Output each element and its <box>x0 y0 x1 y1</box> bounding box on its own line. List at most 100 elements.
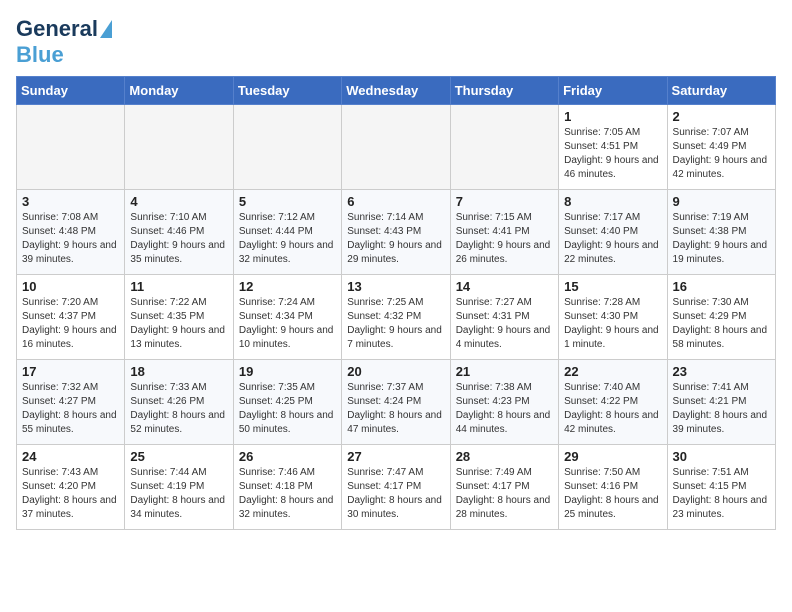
calendar-cell: 17Sunrise: 7:32 AM Sunset: 4:27 PM Dayli… <box>17 360 125 445</box>
calendar-cell <box>17 105 125 190</box>
day-info: Sunrise: 7:17 AM Sunset: 4:40 PM Dayligh… <box>564 211 661 267</box>
calendar-cell: 7 Sunrise: 7:15 AM Sunset: 4:41 PM Daylig… <box>450 190 558 275</box>
day-info: Sunrise: 7:19 AM Sunset: 4:38 PM Dayligh… <box>673 211 770 267</box>
day-info: Sunrise: 7:41 AM Sunset: 4:21 PM Dayligh… <box>673 381 770 437</box>
day-info: Sunrise: 7:47 AM Sunset: 4:17 PM Dayligh… <box>347 466 444 522</box>
weekday-header-wednesday: Wednesday <box>342 77 450 105</box>
day-number: 19 <box>239 364 336 379</box>
day-number: 27 <box>347 449 444 464</box>
calendar-cell: 3 Sunrise: 7:08 AM Sunset: 4:48 PM Daylig… <box>17 190 125 275</box>
day-number: 20 <box>347 364 444 379</box>
calendar-cell: 18 Sunrise: 7:33 AM Sunset: 4:26 PM Dayli… <box>125 360 233 445</box>
day-number: 16 <box>673 279 770 294</box>
calendar-cell: 5 Sunrise: 7:12 AM Sunset: 4:44 PM Daylig… <box>233 190 341 275</box>
day-number: 3 <box>22 194 119 209</box>
day-info: Sunrise: 7:08 AM Sunset: 4:48 PM Dayligh… <box>22 211 119 267</box>
day-number: 29 <box>564 449 661 464</box>
weekday-header-row: SundayMondayTuesdayWednesdayThursdayFrid… <box>17 77 776 105</box>
day-number: 30 <box>673 449 770 464</box>
day-number: 28 <box>456 449 553 464</box>
day-info: Sunrise: 7:07 AM Sunset: 4:49 PM Dayligh… <box>673 126 770 182</box>
day-info: Sunrise: 7:14 AM Sunset: 4:43 PM Dayligh… <box>347 211 444 267</box>
calendar-cell: 25Sunrise: 7:44 AM Sunset: 4:19 PM Dayli… <box>125 445 233 530</box>
day-info: Sunrise: 7:27 AM Sunset: 4:31 PM Dayligh… <box>456 296 553 352</box>
calendar-week-row: 1 Sunrise: 7:05 AM Sunset: 4:51 PM Daylig… <box>17 105 776 190</box>
day-info: Sunrise: 7:12 AM Sunset: 4:44 PM Dayligh… <box>239 211 336 267</box>
logo-triangle-icon <box>100 20 112 38</box>
day-info: Sunrise: 7:40 AM Sunset: 4:22 PM Dayligh… <box>564 381 661 437</box>
day-info: Sunrise: 7:33 AM Sunset: 4:26 PM Dayligh… <box>130 381 227 437</box>
calendar-week-row: 3 Sunrise: 7:08 AM Sunset: 4:48 PM Daylig… <box>17 190 776 275</box>
calendar-cell: 29 Sunrise: 7:50 AM Sunset: 4:16 PM Dayli… <box>559 445 667 530</box>
calendar-cell: 11 Sunrise: 7:22 AM Sunset: 4:35 PM Dayli… <box>125 275 233 360</box>
calendar-cell: 27 Sunrise: 7:47 AM Sunset: 4:17 PM Dayli… <box>342 445 450 530</box>
day-number: 5 <box>239 194 336 209</box>
day-info: Sunrise: 7:43 AM Sunset: 4:20 PM Dayligh… <box>22 466 119 522</box>
weekday-header-monday: Monday <box>125 77 233 105</box>
calendar-cell: 21 Sunrise: 7:38 AM Sunset: 4:23 PM Dayli… <box>450 360 558 445</box>
day-number: 9 <box>673 194 770 209</box>
day-info: Sunrise: 7:51 AM Sunset: 4:15 PM Dayligh… <box>673 466 770 522</box>
calendar-cell: 12 Sunrise: 7:24 AM Sunset: 4:34 PM Dayli… <box>233 275 341 360</box>
day-info: Sunrise: 7:10 AM Sunset: 4:46 PM Dayligh… <box>130 211 227 267</box>
day-number: 1 <box>564 109 661 124</box>
calendar-cell: 16 Sunrise: 7:30 AM Sunset: 4:29 PM Dayli… <box>667 275 775 360</box>
day-info: Sunrise: 7:22 AM Sunset: 4:35 PM Dayligh… <box>130 296 227 352</box>
day-number: 21 <box>456 364 553 379</box>
calendar-cell: 22 Sunrise: 7:40 AM Sunset: 4:22 PM Dayli… <box>559 360 667 445</box>
day-number: 8 <box>564 194 661 209</box>
calendar-table: SundayMondayTuesdayWednesdayThursdayFrid… <box>16 76 776 530</box>
day-number: 14 <box>456 279 553 294</box>
day-info: Sunrise: 7:15 AM Sunset: 4:41 PM Dayligh… <box>456 211 553 267</box>
weekday-header-tuesday: Tuesday <box>233 77 341 105</box>
weekday-header-thursday: Thursday <box>450 77 558 105</box>
day-number: 23 <box>673 364 770 379</box>
calendar-cell: 4 Sunrise: 7:10 AM Sunset: 4:46 PM Daylig… <box>125 190 233 275</box>
day-number: 12 <box>239 279 336 294</box>
calendar-week-row: 24Sunrise: 7:43 AM Sunset: 4:20 PM Dayli… <box>17 445 776 530</box>
day-number: 22 <box>564 364 661 379</box>
day-number: 2 <box>673 109 770 124</box>
day-info: Sunrise: 7:38 AM Sunset: 4:23 PM Dayligh… <box>456 381 553 437</box>
day-number: 13 <box>347 279 444 294</box>
day-info: Sunrise: 7:20 AM Sunset: 4:37 PM Dayligh… <box>22 296 119 352</box>
calendar-cell: 10 Sunrise: 7:20 AM Sunset: 4:37 PM Dayli… <box>17 275 125 360</box>
calendar-cell: 28Sunrise: 7:49 AM Sunset: 4:17 PM Dayli… <box>450 445 558 530</box>
day-number: 4 <box>130 194 227 209</box>
day-info: Sunrise: 7:37 AM Sunset: 4:24 PM Dayligh… <box>347 381 444 437</box>
calendar-week-row: 10 Sunrise: 7:20 AM Sunset: 4:37 PM Dayli… <box>17 275 776 360</box>
weekday-header-sunday: Sunday <box>17 77 125 105</box>
calendar-cell: 24Sunrise: 7:43 AM Sunset: 4:20 PM Dayli… <box>17 445 125 530</box>
calendar-cell: 13 Sunrise: 7:25 AM Sunset: 4:32 PM Dayli… <box>342 275 450 360</box>
day-info: Sunrise: 7:24 AM Sunset: 4:34 PM Dayligh… <box>239 296 336 352</box>
day-info: Sunrise: 7:30 AM Sunset: 4:29 PM Dayligh… <box>673 296 770 352</box>
day-number: 11 <box>130 279 227 294</box>
day-info: Sunrise: 7:50 AM Sunset: 4:16 PM Dayligh… <box>564 466 661 522</box>
calendar-cell: 20 Sunrise: 7:37 AM Sunset: 4:24 PM Dayli… <box>342 360 450 445</box>
logo-text-general: General <box>16 16 98 42</box>
day-info: Sunrise: 7:46 AM Sunset: 4:18 PM Dayligh… <box>239 466 336 522</box>
calendar-cell: 9 Sunrise: 7:19 AM Sunset: 4:38 PM Daylig… <box>667 190 775 275</box>
day-number: 18 <box>130 364 227 379</box>
calendar-week-row: 17Sunrise: 7:32 AM Sunset: 4:27 PM Dayli… <box>17 360 776 445</box>
day-number: 26 <box>239 449 336 464</box>
day-info: Sunrise: 7:32 AM Sunset: 4:27 PM Dayligh… <box>22 381 119 437</box>
day-number: 10 <box>22 279 119 294</box>
day-number: 15 <box>564 279 661 294</box>
day-info: Sunrise: 7:05 AM Sunset: 4:51 PM Dayligh… <box>564 126 661 182</box>
page-header: General Blue <box>16 16 776 68</box>
day-number: 7 <box>456 194 553 209</box>
calendar-cell: 8 Sunrise: 7:17 AM Sunset: 4:40 PM Daylig… <box>559 190 667 275</box>
weekday-header-saturday: Saturday <box>667 77 775 105</box>
calendar-cell: 15Sunrise: 7:28 AM Sunset: 4:30 PM Dayli… <box>559 275 667 360</box>
calendar-cell: 30 Sunrise: 7:51 AM Sunset: 4:15 PM Dayli… <box>667 445 775 530</box>
calendar-cell <box>450 105 558 190</box>
logo-text-blue: Blue <box>16 42 64 68</box>
calendar-cell: 1 Sunrise: 7:05 AM Sunset: 4:51 PM Daylig… <box>559 105 667 190</box>
calendar-cell: 2 Sunrise: 7:07 AM Sunset: 4:49 PM Daylig… <box>667 105 775 190</box>
calendar-cell <box>125 105 233 190</box>
calendar-cell <box>342 105 450 190</box>
day-info: Sunrise: 7:35 AM Sunset: 4:25 PM Dayligh… <box>239 381 336 437</box>
calendar-cell: 23 Sunrise: 7:41 AM Sunset: 4:21 PM Dayli… <box>667 360 775 445</box>
day-info: Sunrise: 7:25 AM Sunset: 4:32 PM Dayligh… <box>347 296 444 352</box>
